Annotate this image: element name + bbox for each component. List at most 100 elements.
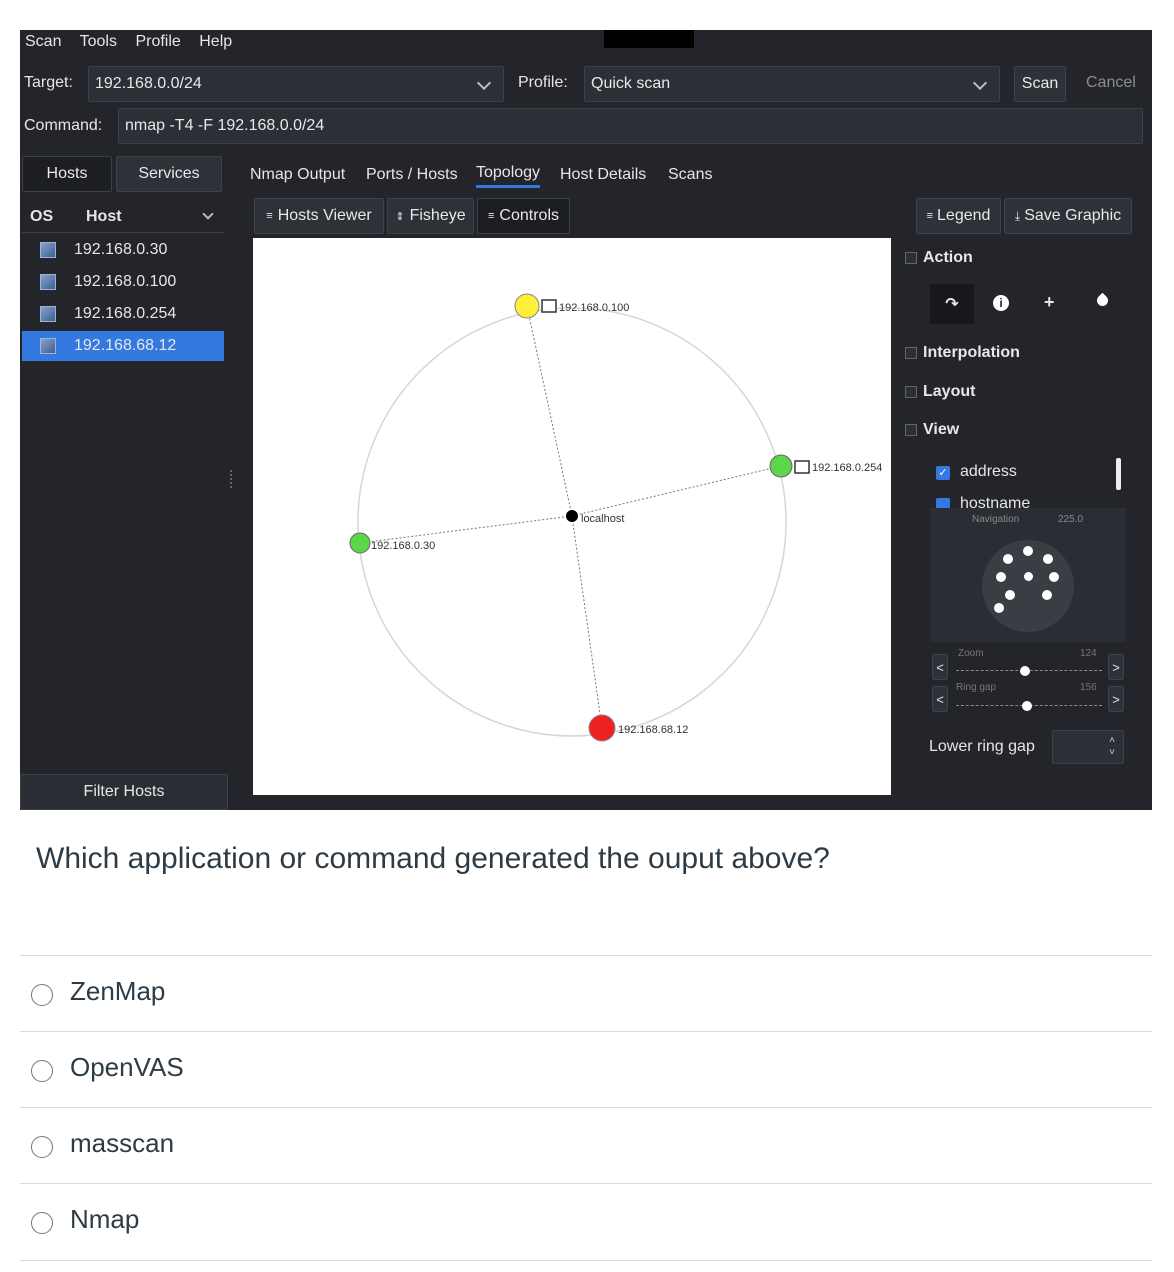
host-node[interactable]	[769, 454, 793, 478]
answer-option[interactable]: Nmap	[20, 1183, 1152, 1259]
hosts-viewer-button[interactable]: ≡ Hosts Viewer	[254, 198, 384, 234]
command-value: nmap -T4 -F 192.168.0.0/24	[125, 117, 325, 134]
host-node[interactable]	[349, 532, 371, 554]
menu-tools[interactable]: Tools	[80, 33, 117, 50]
tab-host-details[interactable]: Host Details	[560, 166, 646, 184]
view-label: View	[923, 421, 960, 438]
nav-dot[interactable]	[994, 603, 1004, 613]
layout-section-toggle[interactable]: Layout	[905, 383, 975, 401]
menu-help[interactable]: Help	[199, 33, 232, 50]
interpolation-section-toggle[interactable]: Interpolation	[905, 344, 1020, 362]
command-input[interactable]: nmap -T4 -F 192.168.0.0/24	[118, 108, 1143, 144]
answer-option[interactable]: masscan	[20, 1107, 1152, 1183]
nav-dot[interactable]	[1005, 590, 1015, 600]
zoom-label: Zoom	[958, 648, 984, 659]
os-icon	[40, 242, 56, 258]
menu-scan[interactable]: Scan	[25, 33, 61, 50]
ring-gap-slider-thumb[interactable]	[1022, 701, 1032, 711]
action-change-focus-button[interactable]: ↷	[930, 284, 974, 324]
nav-dot[interactable]	[996, 572, 1006, 582]
topology-canvas[interactable]: localhost 192.168.0.100 192.168.0.254 19…	[253, 238, 891, 795]
host-row[interactable]: 192.168.0.100	[22, 267, 224, 297]
target-input[interactable]: 192.168.0.0/24	[88, 66, 504, 102]
menu-profile[interactable]: Profile	[135, 33, 180, 50]
download-icon: ⤓	[1014, 208, 1021, 223]
radio-button[interactable]	[31, 1212, 53, 1234]
view-section-toggle[interactable]: View	[905, 421, 959, 439]
tab-scans[interactable]: Scans	[668, 166, 712, 184]
zoom-decrease-button[interactable]: <	[932, 654, 948, 680]
nav-dot[interactable]	[1023, 546, 1033, 556]
col-host[interactable]: Host	[86, 208, 122, 226]
expand-icon	[905, 347, 917, 359]
host-ip: 192.168.0.30	[74, 241, 168, 258]
nav-dot[interactable]	[1043, 554, 1053, 564]
host-node[interactable]	[514, 293, 540, 319]
answer-option[interactable]: ZenMap	[20, 955, 1152, 1031]
zenmap-screenshot: Scan Tools Profile Help Target: 192.168.…	[20, 30, 1152, 810]
lower-ring-gap-spinbox[interactable]: ˄ ˅	[1052, 730, 1124, 764]
pane-resize-handle[interactable]	[230, 470, 236, 488]
fisheye-button[interactable]: ⇕ Fisheye	[387, 198, 474, 234]
radio-button[interactable]	[31, 1060, 53, 1082]
edge	[571, 465, 782, 517]
profile-value: Quick scan	[591, 75, 671, 92]
filter-hosts-button[interactable]: Filter Hosts	[20, 774, 228, 810]
address-checkbox[interactable]: ✓	[936, 466, 950, 480]
tab-services[interactable]: Services	[116, 156, 222, 192]
answer-option[interactable]: OpenVAS	[20, 1031, 1152, 1107]
controls-button[interactable]: ≡ Controls	[477, 198, 570, 234]
action-fill-icon[interactable]	[1094, 292, 1111, 309]
host-row[interactable]: 192.168.0.254	[22, 299, 224, 329]
navigation-panel: Navigation 225.0	[930, 508, 1126, 642]
chevron-down-icon[interactable]	[202, 208, 214, 220]
ring-gap-decrease-button[interactable]: <	[932, 686, 948, 712]
tab-ports-hosts[interactable]: Ports / Hosts	[366, 166, 458, 184]
tab-topology[interactable]: Topology	[476, 164, 541, 188]
radio-button[interactable]	[31, 984, 53, 1006]
controls-icon: ≡	[488, 210, 495, 222]
host-row[interactable]: 192.168.0.30	[22, 235, 224, 265]
answer-label: Nmap	[70, 1204, 140, 1234]
tab-hosts[interactable]: Hosts	[22, 156, 112, 192]
list-icon: ≡	[266, 210, 273, 222]
legend-button[interactable]: ≡ Legend	[916, 198, 1001, 234]
edge	[526, 305, 573, 517]
localhost-node[interactable]	[566, 510, 578, 522]
spin-arrows-icon[interactable]: ˄ ˅	[1109, 735, 1115, 759]
host-node[interactable]	[588, 714, 616, 742]
host-ip: 192.168.0.254	[74, 305, 177, 322]
action-info-icon[interactable]: i	[993, 295, 1009, 311]
host-ip: 192.168.0.100	[74, 273, 177, 290]
host-node-label: 192.168.0.100	[559, 302, 629, 314]
hostname-checkbox[interactable]	[936, 498, 950, 508]
radio-button[interactable]	[31, 1136, 53, 1158]
col-os[interactable]: OS	[30, 208, 53, 226]
nav-dot[interactable]	[1042, 590, 1052, 600]
save-graphic-button[interactable]: ⤓ Save Graphic	[1004, 198, 1132, 234]
host-node-label: 192.168.0.254	[812, 462, 882, 474]
profile-select[interactable]: Quick scan	[584, 66, 1000, 102]
save-graphic-label: Save Graphic	[1024, 207, 1122, 224]
view-scrollbar[interactable]	[1116, 458, 1121, 490]
scan-button[interactable]: Scan	[1014, 66, 1066, 102]
zoom-slider-thumb[interactable]	[1020, 666, 1030, 676]
action-label: Action	[923, 249, 973, 266]
fisheye-icon: ⇕	[395, 210, 405, 223]
os-icon	[40, 338, 56, 354]
ring-gap-increase-button[interactable]: >	[1108, 686, 1124, 712]
window-title-tab	[604, 30, 694, 48]
tab-nmap-output[interactable]: Nmap Output	[250, 166, 345, 184]
action-section-toggle[interactable]: Action	[905, 249, 973, 267]
action-group-icon[interactable]: +	[1044, 292, 1055, 313]
nav-dot[interactable]	[1024, 572, 1033, 581]
focus-icon: ↷	[945, 296, 959, 313]
cancel-button[interactable]: Cancel	[1086, 74, 1136, 92]
host-row-selected[interactable]: 192.168.68.12	[22, 331, 224, 361]
chevron-down-icon[interactable]	[476, 75, 492, 91]
ring-gap-value: 156	[1080, 682, 1097, 693]
zoom-increase-button[interactable]: >	[1108, 654, 1124, 680]
nav-dot[interactable]	[1003, 554, 1013, 564]
chevron-down-icon[interactable]	[972, 75, 988, 91]
nav-dot[interactable]	[1049, 572, 1059, 582]
